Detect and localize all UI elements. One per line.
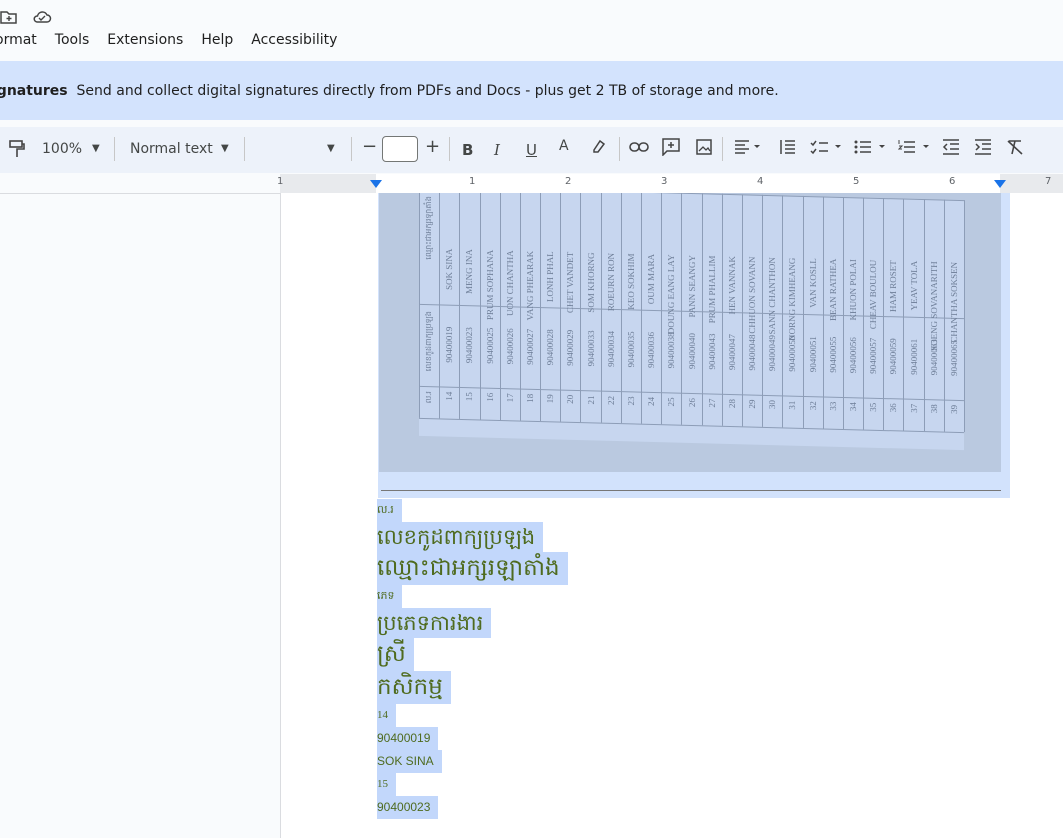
toolbar: 100% ▼ Normal text ▼ ▼ − + B I U A bbox=[0, 127, 1063, 173]
clear-formatting-icon[interactable] bbox=[1006, 139, 1024, 159]
ruler-number: 5 bbox=[853, 176, 860, 187]
underline-icon[interactable]: U bbox=[526, 141, 537, 159]
decrease-indent-icon[interactable] bbox=[942, 139, 960, 159]
ruler-number: 3 bbox=[661, 176, 668, 187]
decrease-font-size-icon[interactable]: − bbox=[362, 136, 377, 157]
bulleted-list-icon[interactable] bbox=[854, 139, 888, 159]
separator bbox=[619, 137, 620, 161]
bold-icon[interactable]: B bbox=[462, 141, 473, 159]
left-indent-marker[interactable] bbox=[370, 180, 382, 188]
highlight-icon[interactable] bbox=[591, 138, 607, 158]
menu-help[interactable]: Help bbox=[200, 31, 234, 49]
right-indent-marker[interactable] bbox=[994, 180, 1006, 188]
separator bbox=[114, 137, 115, 161]
zoom-dropdown-icon[interactable]: ▼ bbox=[92, 143, 100, 154]
ruler-number: 1 bbox=[277, 176, 284, 187]
horizontal-rule bbox=[381, 490, 1001, 491]
align-icon[interactable] bbox=[734, 139, 762, 159]
menu-accessibility[interactable]: Accessibility bbox=[250, 31, 338, 49]
text-color-icon[interactable]: A bbox=[559, 138, 569, 154]
add-comment-icon[interactable] bbox=[662, 138, 680, 160]
menu-extensions[interactable]: Extensions bbox=[106, 31, 184, 49]
title-bar: ormat Tools Extensions Help Accessibilit… bbox=[0, 0, 1063, 60]
promo-banner: ignatures Send and collect digital signa… bbox=[0, 61, 1063, 120]
separator bbox=[722, 137, 723, 161]
paint-format-icon[interactable] bbox=[8, 139, 26, 163]
document-paragraph[interactable]: 14 bbox=[377, 704, 396, 727]
ruler-number: 4 bbox=[757, 176, 764, 187]
insert-image-icon[interactable] bbox=[696, 139, 712, 159]
selection-highlight bbox=[378, 193, 1010, 498]
italic-icon[interactable]: I bbox=[494, 141, 500, 159]
move-to-folder-icon[interactable] bbox=[0, 8, 18, 26]
document-paragraph[interactable]: 15 bbox=[377, 773, 396, 796]
document-paragraph[interactable]: SOK SINA bbox=[377, 750, 442, 773]
increase-font-size-icon[interactable]: + bbox=[425, 136, 440, 157]
separator bbox=[244, 137, 245, 161]
document-paragraph[interactable]: 90400019 bbox=[377, 727, 439, 750]
ruler[interactable]: 1 1 2 3 4 5 6 7 bbox=[0, 174, 1063, 194]
ruler-number: 2 bbox=[565, 176, 572, 187]
font-dropdown-icon[interactable]: ▼ bbox=[327, 143, 335, 154]
increase-indent-icon[interactable] bbox=[974, 139, 992, 159]
document-paragraph[interactable]: លេខកូដពាក្យប្រឡង bbox=[377, 522, 544, 552]
checklist-icon[interactable] bbox=[810, 139, 844, 159]
menu-bar: ormat Tools Extensions Help Accessibilit… bbox=[0, 31, 338, 49]
zoom-select[interactable]: 100% bbox=[42, 141, 82, 157]
style-select[interactable]: Normal text bbox=[130, 141, 213, 157]
font-size-input[interactable] bbox=[382, 136, 418, 162]
document-paragraph[interactable]: ភេទ bbox=[377, 585, 403, 608]
menu-format[interactable]: ormat bbox=[0, 31, 38, 49]
line-spacing-icon[interactable] bbox=[778, 139, 796, 159]
banner-title: ignatures bbox=[0, 83, 68, 99]
document-page[interactable]: ឈ្មោះជាអក្សរឡាតាំងលេខកូដពាក្យប្រឡងល.រ SOK… bbox=[280, 193, 1063, 838]
separator bbox=[449, 137, 450, 161]
ruler-number: 6 bbox=[949, 176, 956, 187]
separator bbox=[351, 137, 352, 161]
numbered-list-icon[interactable] bbox=[897, 139, 932, 159]
document-paragraph[interactable]: 90400023 bbox=[377, 796, 439, 819]
banner-text: Send and collect digital signatures dire… bbox=[76, 83, 779, 99]
ruler-number: 7 bbox=[1045, 176, 1052, 187]
menu-tools[interactable]: Tools bbox=[54, 31, 91, 49]
link-icon[interactable] bbox=[629, 140, 649, 158]
document-paragraph[interactable]: ល.រ bbox=[377, 499, 402, 522]
style-dropdown-icon[interactable]: ▼ bbox=[221, 143, 229, 154]
cloud-saved-icon[interactable] bbox=[32, 8, 52, 26]
document-paragraph[interactable]: ស្រី bbox=[377, 638, 414, 671]
ruler-number: 1 bbox=[469, 176, 476, 187]
document-paragraph[interactable]: ឈ្មោះជាអក្សរឡាតាំង bbox=[377, 552, 568, 585]
document-paragraph[interactable]: កសិកម្ម bbox=[377, 671, 451, 704]
document-paragraph[interactable]: ប្រភេទការងារ bbox=[377, 608, 492, 638]
